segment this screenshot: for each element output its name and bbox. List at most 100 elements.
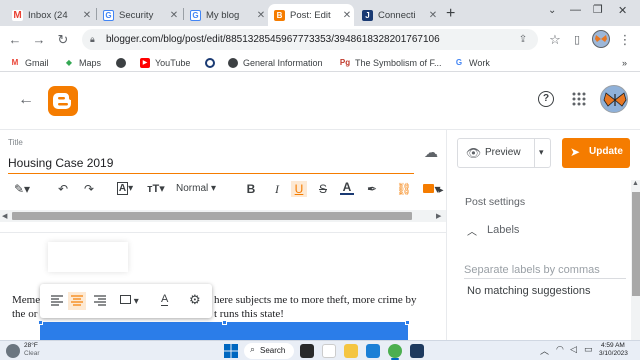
preview-dropdown-icon[interactable]: ▾ [539,147,544,158]
collapse-chevron-icon[interactable]: ︿ [467,223,477,238]
resize-handle[interactable] [222,320,227,325]
bookmark-general-information[interactable]: General Information [228,55,323,70]
chrome-icon[interactable] [388,344,402,358]
clock-date[interactable]: 3/10/2023 [599,350,628,357]
task-view-icon[interactable] [300,344,314,358]
resize-handle[interactable] [405,320,410,325]
tab-post-edit[interactable]: B Post: Edit ✕ [268,4,354,26]
bookmark-drive[interactable] [205,55,220,70]
clock-time[interactable]: 4:59 AM [601,342,625,349]
account-avatar[interactable] [600,85,628,113]
tab-connection[interactable]: J Connecti ✕ [356,4,440,26]
no-suggestions-text: No matching suggestions [467,285,591,297]
resize-handle[interactable] [38,320,43,325]
title-underline [8,173,414,174]
labels-heading[interactable]: Labels [487,224,519,236]
address-bar[interactable]: 🔒︎ blogger.com/blog/post/edit/8851328545… [82,29,538,50]
pg-icon: Pg [339,58,351,67]
apps-grid-icon[interactable] [572,92,586,106]
close-icon[interactable]: ✕ [254,10,268,21]
help-icon[interactable]: ? [538,91,554,107]
bookmarks-overflow[interactable]: » [622,55,627,70]
bookmark-globe[interactable] [116,55,131,70]
scroll-right-icon[interactable]: ▶ [436,212,441,220]
toolbar-more-icon[interactable]: ▸ [436,183,446,199]
drive-icon [205,57,215,68]
align-left-icon[interactable] [50,294,64,308]
horizontal-scrollbar[interactable]: ◀ ▶ [0,210,446,222]
align-right-icon[interactable] [93,294,107,308]
battery-icon[interactable]: ▭ [584,344,593,355]
lock-icon: 🔒︎ [90,34,95,44]
back-arrow-icon[interactable]: ← [18,91,34,109]
restore-icon[interactable]: ❐ [593,3,603,16]
labels-input[interactable]: Separate labels by commas [464,264,626,279]
scrollbar-thumb[interactable] [632,192,640,296]
link-icon[interactable]: ⛓ [396,181,412,197]
undo-icon[interactable]: ↶ [56,181,70,197]
bookmark-gmail[interactable]: M Gmail [10,55,49,70]
text-color-icon[interactable]: A [340,181,354,195]
bookmark-maps[interactable]: ◆ Maps [64,55,101,70]
browser-toolbar: ← → ↻ 🔒︎ blogger.com/blog/post/edit/8851… [0,26,640,53]
font-size-icon[interactable]: тT▾ [144,181,168,197]
file-explorer-icon[interactable] [344,344,358,358]
strikethrough-icon[interactable]: S [316,181,330,197]
taskbar-search[interactable]: ⌕ Search [244,343,294,359]
forward-icon[interactable]: → [30,31,48,49]
close-icon[interactable]: ✕ [167,10,181,21]
font-select[interactable]: Normal ▾ [176,181,226,197]
side-panel-icon[interactable]: ▯ [568,31,586,49]
tray-chevron-icon[interactable]: ︿ [540,344,549,357]
tab-security[interactable]: G Security ✕ [97,4,181,26]
preview-button[interactable]: 👁︎ Preview ▾ [457,138,551,168]
windows-start-icon[interactable] [224,344,238,358]
image-size-icon[interactable]: ▾ [120,295,139,307]
close-icon[interactable]: ✕ [426,10,440,21]
blogger-header: ← ? [0,72,640,130]
bookmark-work[interactable]: G Work [454,55,490,70]
tab-inbox[interactable]: M Inbox (24 ✕ [6,4,94,26]
window-close-icon[interactable]: ✕ [618,4,627,17]
new-tab-button[interactable]: + [446,5,455,23]
speaker-icon[interactable]: ◁ [570,344,577,355]
close-icon[interactable]: ✕ [340,10,354,21]
reload-icon[interactable]: ↻ [54,31,72,49]
italic-icon[interactable]: I [270,181,284,197]
share-icon[interactable]: ⇪ [514,31,532,49]
youtube-icon: ▶ [140,57,150,68]
minimize-icon[interactable]: — [570,4,581,16]
scrollbar-thumb[interactable] [12,212,412,220]
profile-avatar[interactable] [592,30,610,48]
align-center-icon[interactable] [68,292,86,310]
mail-icon[interactable] [366,344,380,358]
image-settings-gear-icon[interactable]: ⚙ [189,292,201,308]
back-icon[interactable]: ← [6,31,24,49]
vertical-scrollbar[interactable]: ▲ [631,180,640,340]
tab-my-blog[interactable]: G My blog ✕ [184,4,268,26]
scroll-left-icon[interactable]: ◀ [2,212,7,220]
bookmark-youtube[interactable]: ▶ YouTube [140,55,190,70]
wifi-icon[interactable]: ◠ [556,344,564,355]
close-icon[interactable]: ✕ [80,10,94,21]
post-body[interactable]: Meme here subjects me to more theft, mor… [0,234,446,340]
update-button[interactable]: ➤ Update [562,138,630,168]
scroll-up-icon[interactable]: ▲ [632,180,639,187]
post-title-input[interactable]: Housing Case 2019 [8,156,113,170]
bold-icon[interactable]: B [244,181,258,197]
app-icon[interactable] [410,344,424,358]
title-label: Title [8,138,23,147]
redo-icon[interactable]: ↷ [82,181,96,197]
underline-icon[interactable]: U [291,181,307,197]
caption-icon[interactable]: A [161,293,169,306]
tab-search-icon[interactable]: ⌄ [548,5,556,16]
bookmark-symbolism[interactable]: Pg The Symbolism of F... [340,55,442,70]
widgets-icon[interactable] [322,344,336,358]
blogger-logo[interactable] [48,86,78,116]
pencil-mode-icon[interactable]: ✎▾ [10,181,34,197]
bookmark-star-icon[interactable]: ☆ [546,31,564,49]
menu-kebab-icon[interactable]: ⋮ [616,31,634,49]
highlight-icon[interactable]: ✒ [364,181,380,197]
weather-moon-icon[interactable] [6,344,20,358]
text-style-icon[interactable]: A ▾ [114,181,136,197]
